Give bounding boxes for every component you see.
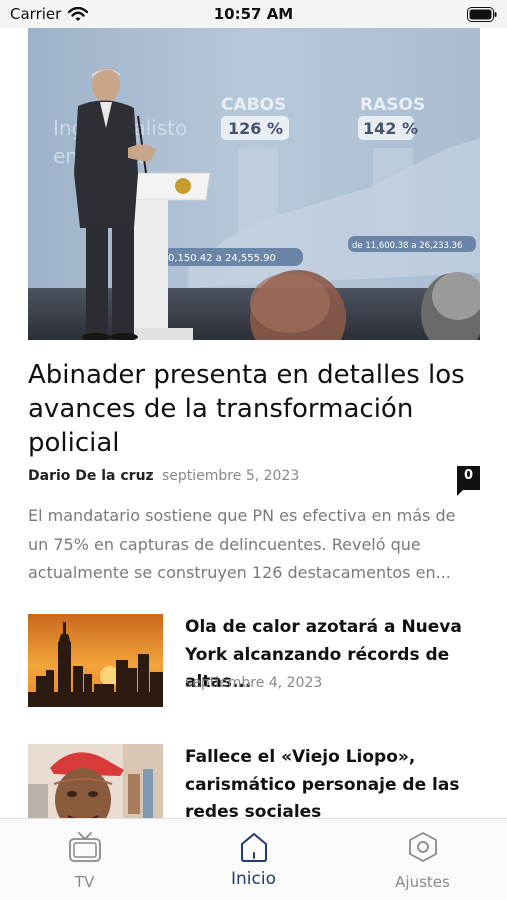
settings-icon <box>408 832 437 862</box>
featured-article-title[interactable]: Abinader presenta en detalles los avance… <box>28 358 480 460</box>
home-icon <box>240 833 267 862</box>
hero-cabos-value: 126 % <box>228 119 283 138</box>
featured-article-meta: Dario De la cruz · septiembre 5, 2023 0 <box>28 466 480 496</box>
meta-separator: · <box>150 467 155 483</box>
list-item[interactable]: Fallece el «Viejo Liopo», carismático pe… <box>28 744 480 818</box>
status-bar: Carrier 10:57 AM <box>0 0 507 28</box>
author-name[interactable]: Dario De la cruz <box>28 468 154 484</box>
tab-home-label: Inicio <box>231 869 276 889</box>
tv-icon <box>68 832 101 862</box>
list-item[interactable]: Ola de calor azotará a Nueva York alcanz… <box>28 614 480 709</box>
comment-count-badge[interactable]: 0 <box>457 466 480 496</box>
battery-icon <box>467 7 497 22</box>
status-time: 10:57 AM <box>213 5 294 23</box>
tab-tv[interactable]: TV <box>0 819 169 900</box>
hero-range-1: 0,150.42 a 24,555.90 <box>168 253 276 264</box>
hero-rasos-value: 142 % <box>363 119 418 138</box>
viejo-liopo-photo <box>28 744 163 818</box>
featured-article-excerpt: El mandatario sostiene que PN es efectiv… <box>28 506 456 582</box>
article-thumbnail <box>28 744 163 818</box>
hero-cabos-label: CABOS <box>221 95 286 115</box>
article-title[interactable]: Fallece el «Viejo Liopo», carismático pe… <box>185 744 480 818</box>
hero-range-2: de 11,600.38 a 26,233.36 <box>352 241 462 251</box>
article-date: septiembre 4, 2023 <box>185 675 323 691</box>
tab-settings[interactable]: Ajustes <box>338 819 507 900</box>
article-date: septiembre 5, 2023 <box>162 468 300 484</box>
tab-home[interactable]: Inicio <box>169 819 338 900</box>
nyc-sunset-photo <box>28 614 163 707</box>
bottom-tab-bar: TV Inicio Ajustes <box>0 818 507 900</box>
hero-rasos-label: RASOS <box>360 95 425 115</box>
tab-tv-label: TV <box>74 873 95 891</box>
tab-settings-label: Ajustes <box>395 873 450 891</box>
news-feed[interactable]: Ingreso alisto en cursos CABOS 126 % RAS… <box>0 28 507 818</box>
hero-photo: Ingreso alisto en cursos CABOS 126 % RAS… <box>28 28 480 340</box>
featured-article-image[interactable]: Ingreso alisto en cursos CABOS 126 % RAS… <box>28 28 480 340</box>
article-thumbnail <box>28 614 163 707</box>
